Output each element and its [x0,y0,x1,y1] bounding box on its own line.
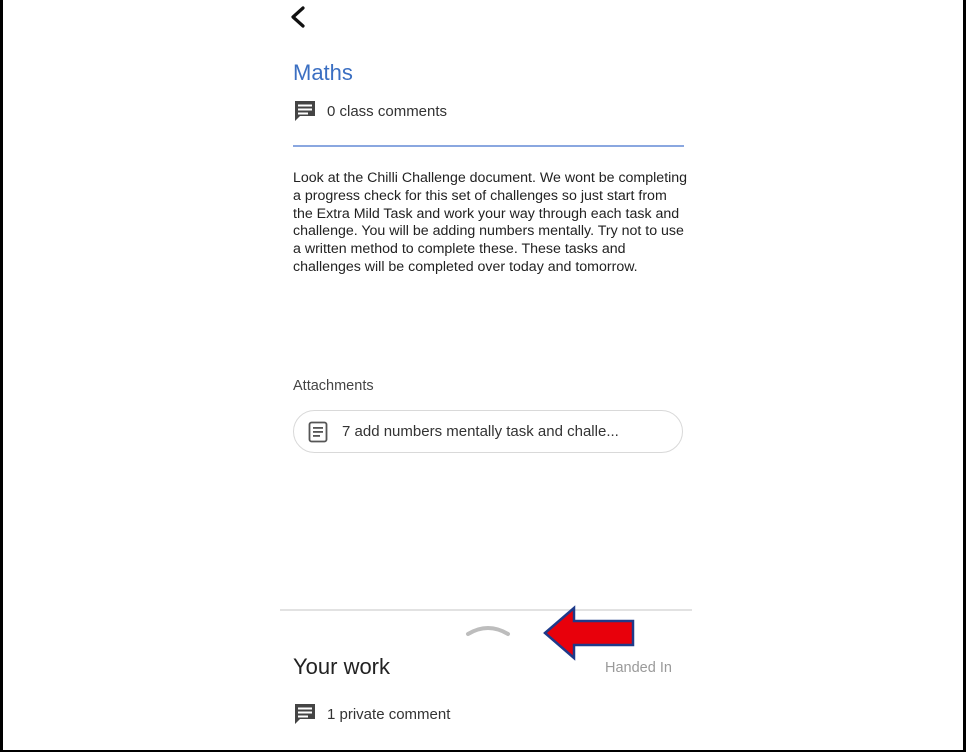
class-comments-link[interactable]: 0 class comments [293,100,447,122]
comment-icon [295,704,315,724]
private-comments-link[interactable]: 1 private comment [293,703,450,725]
private-comments-count: 1 private comment [327,705,451,723]
document-icon [308,421,328,442]
title-divider [293,145,684,147]
attachments-label: Attachments [293,378,374,394]
assignment-title: Maths [293,60,353,85]
attachment-chip[interactable]: 7 add numbers mentally task and challe..… [293,410,683,453]
submission-status: Handed In [605,660,672,676]
comment-icon [295,101,315,121]
expand-handle-icon[interactable] [465,623,511,637]
red-arrow-annotation-icon [543,605,635,661]
attachment-name: 7 add numbers mentally task and challe..… [342,423,619,440]
assignment-description: Look at the Chilli Challenge document. W… [293,170,688,275]
your-work-heading: Your work [293,654,391,679]
class-comments-count: 0 class comments [327,102,448,120]
screenshot-frame [0,0,966,752]
back-chevron-icon[interactable] [286,4,310,30]
